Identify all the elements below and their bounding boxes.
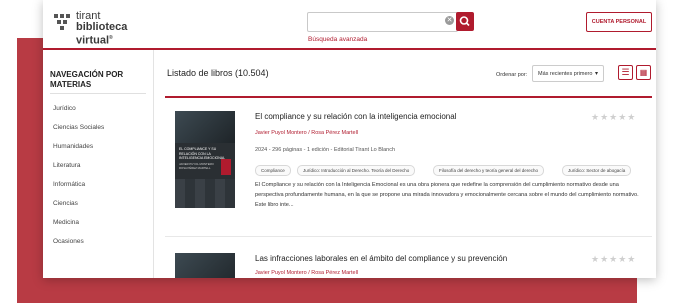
logo-registered: ®: [109, 35, 113, 41]
book-title[interactable]: Las infracciones laborales en el ámbito …: [255, 254, 507, 263]
book-meta: 2024 - 296 páginas - 1 edición - Editori…: [255, 147, 396, 153]
grid-view-button[interactable]: ▦: [636, 65, 651, 80]
order-label: Ordenar por:: [496, 72, 528, 78]
tag-filosofia-derecho[interactable]: Filosofía del derecho y teoría general d…: [433, 165, 545, 176]
tag-sector-abogacia[interactable]: Jurídico: Sector de abogacía: [562, 165, 632, 176]
sidebar-item-ciencias-sociales[interactable]: Ciencias Sociales: [53, 124, 104, 131]
header: tirant biblioteca virtual® ✕ Búsqueda av…: [43, 0, 656, 50]
sidebar-item-informatica[interactable]: Informática: [53, 181, 85, 188]
main-divider: [165, 96, 652, 98]
caret-down-icon: ▾: [594, 71, 598, 77]
cover-authors: JAVIER PUYOL MONTERO ROSA PÉREZ MARTELL: [179, 162, 214, 170]
cover-art: [175, 111, 235, 143]
tag-compliance[interactable]: Compliance: [255, 165, 291, 176]
sidebar-item-ciencias[interactable]: Ciencias: [53, 200, 78, 207]
book-cover[interactable]: [175, 253, 235, 278]
cover-pattern: [175, 179, 235, 208]
logo[interactable]: tirant biblioteca virtual®: [52, 10, 162, 46]
cover-art: [175, 253, 235, 278]
book-title[interactable]: El compliance y su relación con la intel…: [255, 112, 456, 121]
sidebar-item-humanidades[interactable]: Humanidades: [53, 143, 93, 150]
logo-mark-icon: [54, 14, 70, 30]
sidebar-item-ocasiones[interactable]: Ocasiones: [53, 238, 84, 245]
app-window: tirant biblioteca virtual® ✕ Búsqueda av…: [43, 0, 656, 278]
book-divider: [165, 236, 652, 237]
book-authors[interactable]: Javier Puyol Montero / Rosa Pérez Martel…: [255, 270, 358, 276]
order-select[interactable]: Más recientes primero ▾: [532, 65, 604, 82]
search-input[interactable]: [307, 12, 458, 32]
page-title: Listado de libros (10.504): [167, 68, 269, 78]
logo-text: tirant biblioteca virtual®: [76, 11, 162, 47]
sidebar-title: NAVEGACIÓN POR MATERIAS: [50, 70, 124, 89]
advanced-search-link[interactable]: Búsqueda avanzada: [308, 36, 367, 43]
grid-view-icon: ▦: [639, 68, 648, 77]
account-button[interactable]: CUENTA PERSONAL: [586, 12, 652, 32]
book-description: El Compliance y su relación con la Intel…: [255, 182, 639, 208]
search-button[interactable]: [456, 12, 474, 31]
list-view-button[interactable]: ☰: [618, 65, 633, 80]
order-value: Más recientes primero: [538, 71, 593, 77]
logo-line2: biblioteca virtual: [76, 21, 128, 47]
rating-stars[interactable]: ★★★★★: [591, 112, 636, 123]
tag-introduccion-derecho[interactable]: Jurídico: Introducción al Derecho. Teorí…: [297, 165, 416, 176]
sidebar-divider: [50, 93, 146, 94]
sidebar-item-medicina[interactable]: Medicina: [53, 219, 79, 226]
rating-stars[interactable]: ★★★★★: [591, 254, 636, 265]
cover-logo: [221, 159, 231, 175]
search-icon: [459, 16, 470, 27]
clear-icon[interactable]: ✕: [445, 16, 454, 25]
book-cover[interactable]: EL COMPLIANCE Y SU RELACIÓN CON LA INTEL…: [175, 111, 235, 208]
list-view-icon: ☰: [621, 67, 630, 77]
book-authors[interactable]: Javier Puyol Montero / Rosa Pérez Martel…: [255, 130, 358, 136]
sidebar-item-literatura[interactable]: Literatura: [53, 162, 80, 169]
sidebar-item-juridico[interactable]: Jurídico: [53, 105, 76, 112]
